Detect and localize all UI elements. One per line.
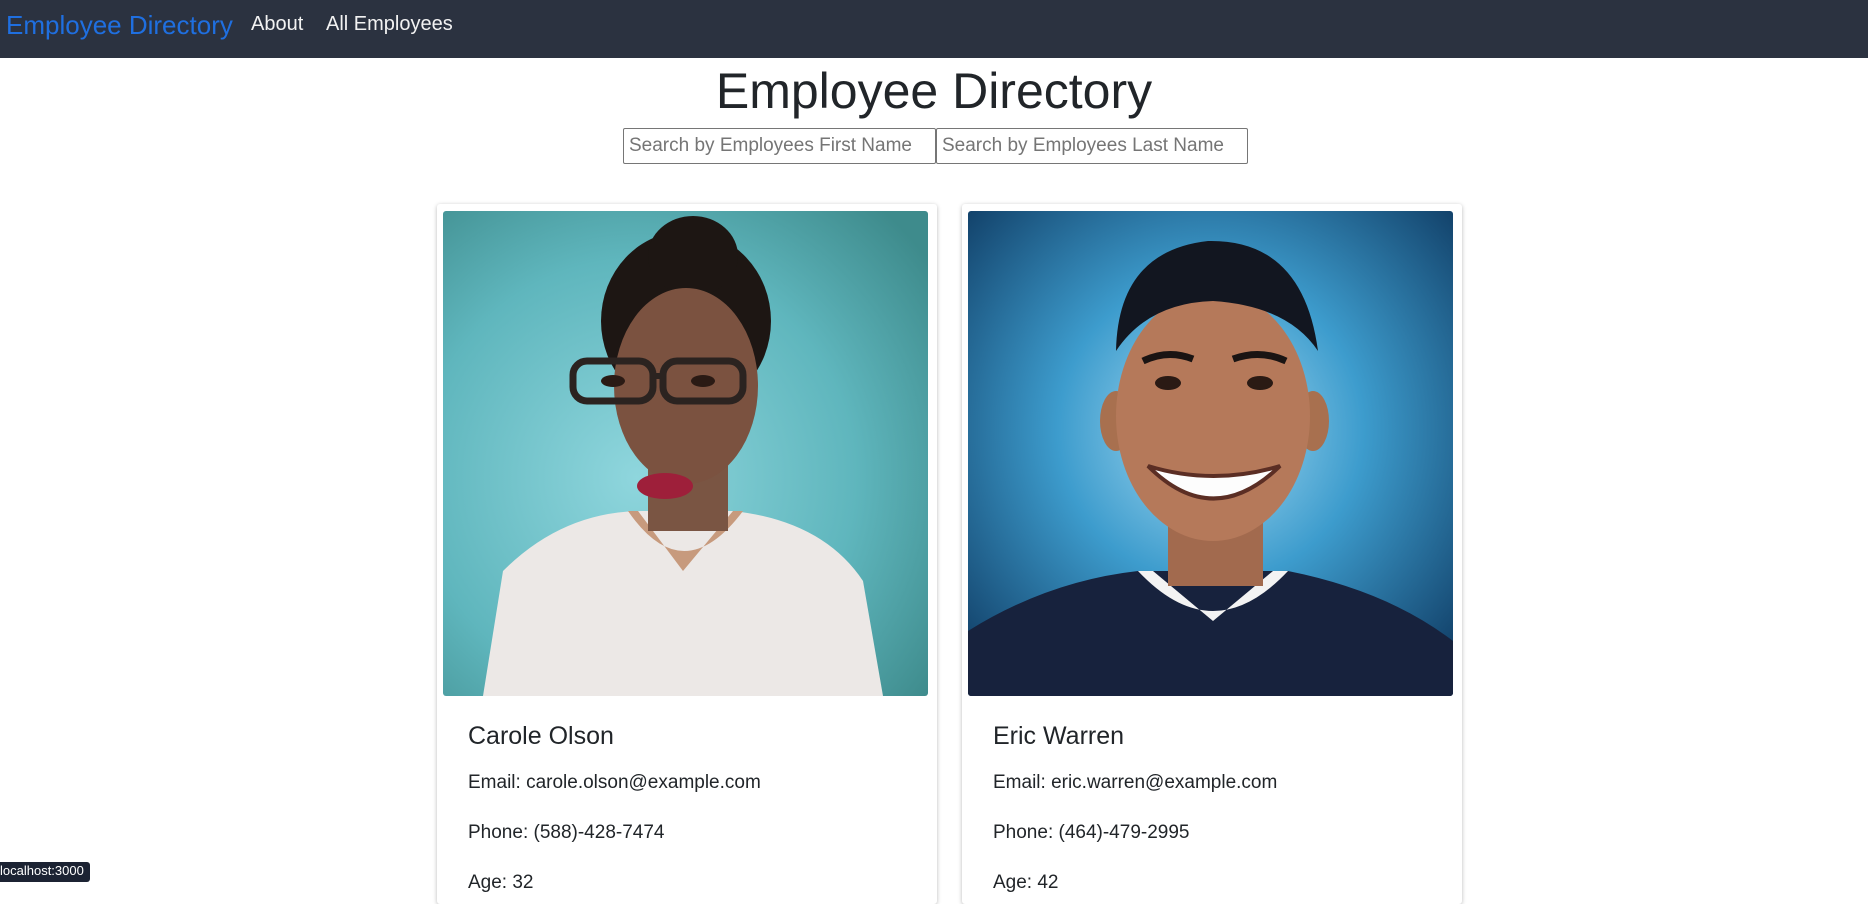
nav-link-all-employees[interactable]: All Employees: [326, 13, 453, 36]
employee-photo: [968, 211, 1453, 696]
status-bar-url: localhost:3000: [0, 862, 90, 882]
employee-photo: [443, 211, 928, 696]
nav-link-about[interactable]: About: [251, 13, 303, 36]
employee-name: Carole Olson: [468, 722, 614, 750]
employee-email: Email: carole.olson@example.com: [468, 772, 761, 793]
employee-name: Eric Warren: [993, 722, 1125, 750]
employee-card: Carole Olson Email: carole.olson@example…: [437, 204, 937, 904]
employee-age: Age: 42: [993, 872, 1059, 893]
brand-link[interactable]: Employee Directory: [6, 10, 233, 41]
search-last-name-input[interactable]: [936, 128, 1248, 164]
page-title: Employee Directory: [715, 63, 1153, 119]
employee-age: Age: 32: [468, 872, 534, 893]
employee-phone: Phone: (464)-479-2995: [993, 822, 1190, 843]
top-navbar: Employee Directory About All Employees: [0, 0, 1868, 58]
employee-email: Email: eric.warren@example.com: [993, 772, 1278, 793]
employee-phone: Phone: (588)-428-7474: [468, 822, 665, 843]
search-first-name-input[interactable]: [623, 128, 936, 164]
employee-card: Eric Warren Email: eric.warren@example.c…: [962, 204, 1462, 904]
